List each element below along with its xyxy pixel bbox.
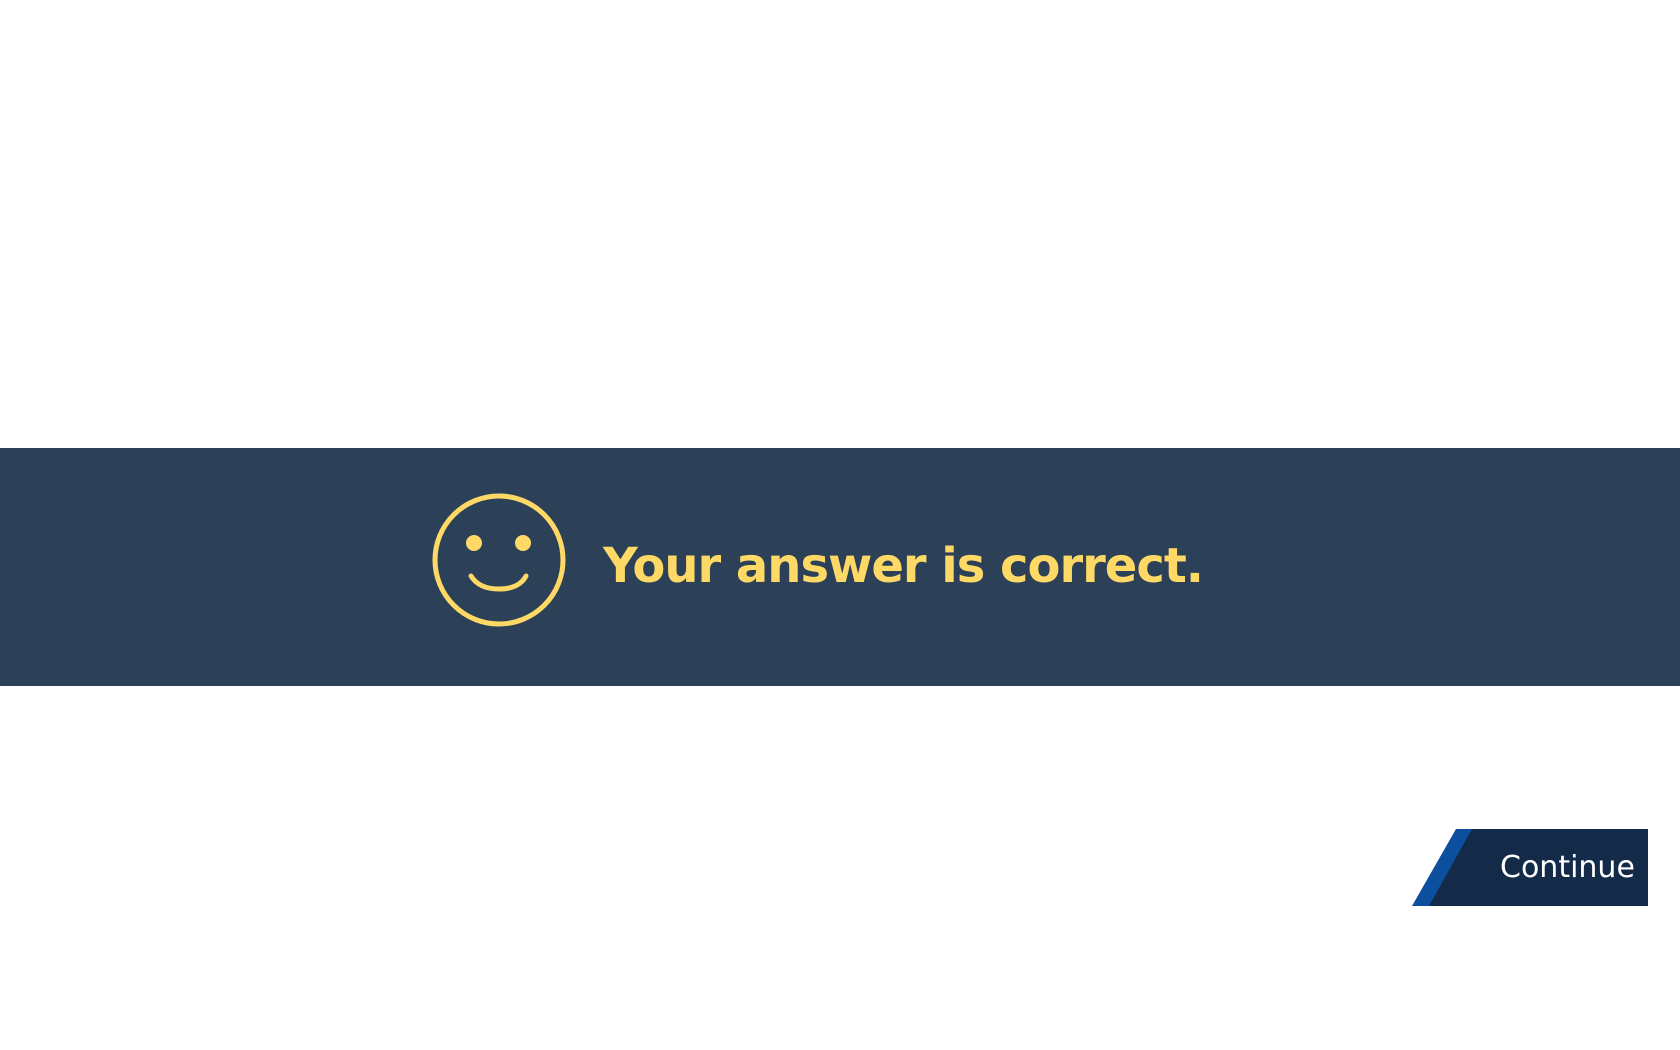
continue-button[interactable]: Continue — [1412, 829, 1648, 906]
smiley-face-icon — [432, 493, 566, 627]
feedback-slide: Your answer is correct. Continue — [0, 0, 1680, 1050]
feedback-message: Your answer is correct. — [603, 538, 1204, 594]
continue-button-label: Continue — [1500, 850, 1635, 885]
